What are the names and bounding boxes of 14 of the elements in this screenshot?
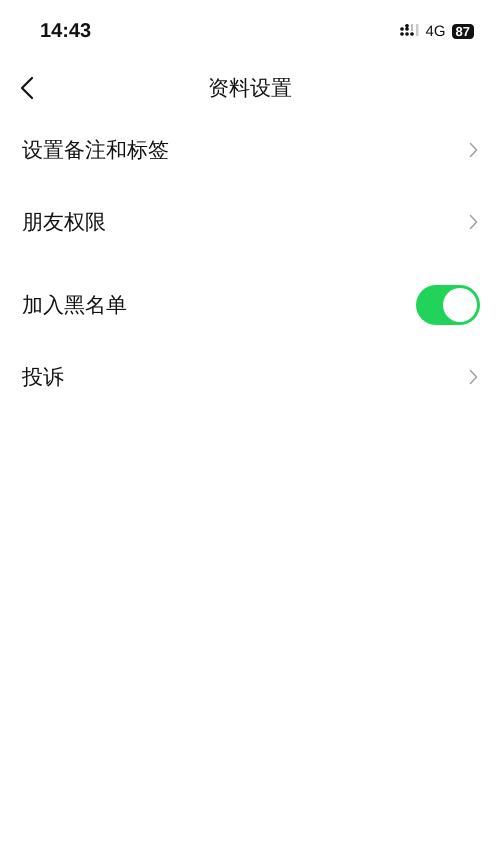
network-label: 4G bbox=[426, 22, 446, 40]
chevron-icon bbox=[469, 142, 478, 158]
battery-level: 87 bbox=[452, 24, 474, 38]
back-icon[interactable] bbox=[20, 76, 34, 100]
page-title: 资料设置 bbox=[208, 75, 292, 102]
chevron-icon bbox=[469, 214, 478, 230]
toggle-switch[interactable] bbox=[416, 285, 480, 325]
settings-item[interactable]: 设置备注和标签 bbox=[0, 114, 500, 186]
settings-label: 加入黑名单 bbox=[22, 292, 127, 319]
chevron-icon bbox=[469, 369, 478, 385]
settings-item[interactable]: 投诉 bbox=[0, 341, 500, 413]
settings-item[interactable]: 朋友权限 bbox=[0, 186, 500, 258]
signal-icon bbox=[400, 24, 420, 38]
status-time: 14:43 bbox=[40, 20, 92, 42]
